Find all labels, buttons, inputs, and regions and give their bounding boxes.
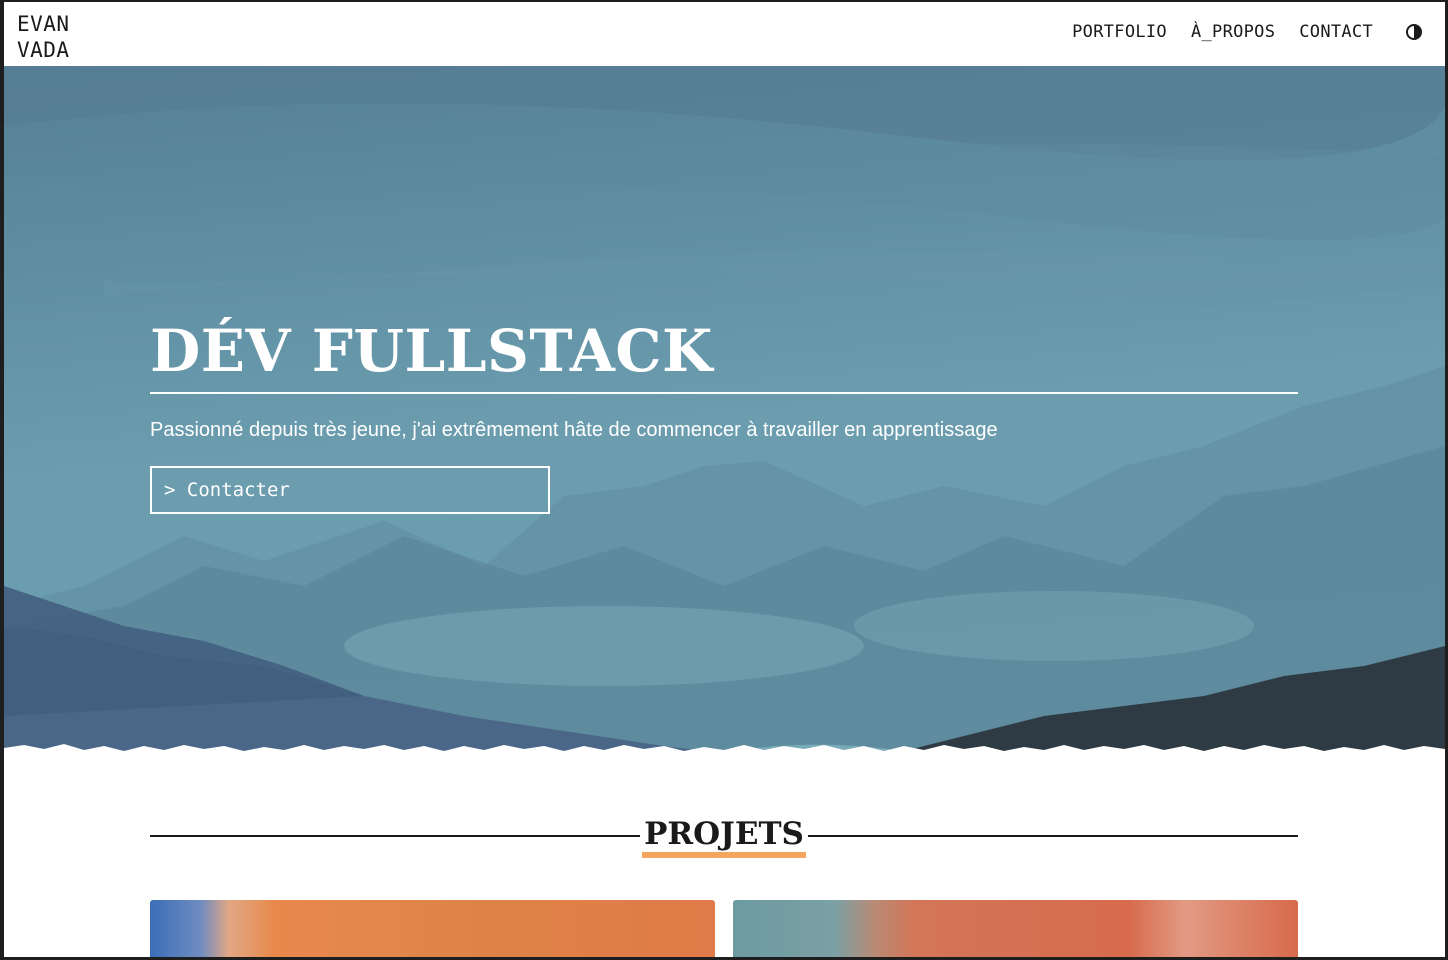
contrast-icon[interactable] xyxy=(1405,23,1423,41)
hero-section: DÉV FULLSTACK Passionné depuis très jeun… xyxy=(4,66,1445,766)
hero-subtitle: Passionné depuis très jeune, j'ai extrêm… xyxy=(150,419,998,441)
projects-title: PROJETS xyxy=(150,814,1298,858)
browser-viewport: EVAN VADA PORTFOLIO À_PROPOS CONTACT DÉV… xyxy=(4,2,1445,957)
project-card-thumbnail[interactable] xyxy=(733,900,1298,957)
project-card-thumbnail[interactable] xyxy=(150,900,715,957)
hero-divider xyxy=(150,392,1298,394)
logo-line-first: EVAN xyxy=(17,12,70,36)
nav-contact-link[interactable]: CONTACT xyxy=(1299,22,1373,42)
projects-title-text: PROJETS xyxy=(642,816,806,858)
site-header: EVAN VADA PORTFOLIO À_PROPOS CONTACT xyxy=(4,2,1445,66)
hero-content: DÉV FULLSTACK Passionné depuis très jeun… xyxy=(150,316,1298,514)
hero-title: DÉV FULLSTACK xyxy=(150,317,713,385)
project-cards xyxy=(150,900,1298,957)
projects-heading: PROJETS xyxy=(150,802,1298,862)
nav-portfolio-link[interactable]: PORTFOLIO xyxy=(1072,22,1167,42)
contact-button[interactable]: > Contacter xyxy=(150,466,550,514)
nav-about-link[interactable]: À_PROPOS xyxy=(1191,22,1275,42)
projects-section: PROJETS xyxy=(150,802,1298,957)
main-nav: PORTFOLIO À_PROPOS CONTACT xyxy=(1048,22,1423,42)
logo-line-last: VADA xyxy=(17,38,70,62)
site-logo[interactable]: EVAN VADA xyxy=(17,11,70,63)
